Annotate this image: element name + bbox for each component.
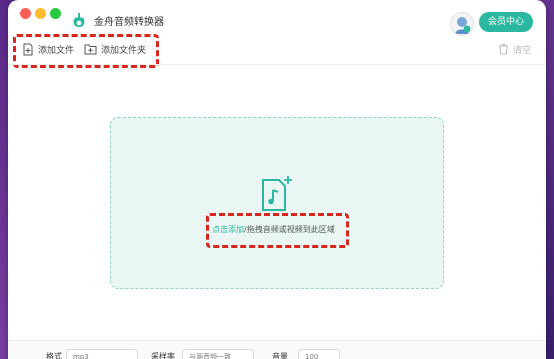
music-file-icon [262, 176, 292, 211]
toolbar-divider [8, 64, 546, 65]
volume-field[interactable]: 100 [298, 349, 340, 359]
sample-rate-select[interactable]: 与源音频一致 [182, 349, 254, 359]
vip-center-button[interactable]: 会员中心 [479, 12, 533, 32]
avatar[interactable] [450, 12, 474, 36]
highlight-dropzone-annotation [206, 213, 349, 248]
format-select[interactable]: mp3 [66, 349, 138, 359]
volume-label: 音量 [272, 352, 288, 359]
title-bar: 金舟音频转换器 会员中心 [8, 0, 546, 36]
close-window-button[interactable] [20, 8, 31, 19]
app-title: 金舟音频转换器 [94, 17, 164, 28]
avatar-icon [455, 17, 471, 34]
app-logo-icon [73, 13, 85, 27]
format-label: 格式 [46, 352, 62, 359]
trash-icon [499, 44, 508, 55]
app-window: 金舟音频转换器 会员中心 添加文件 添加文件夹 清空 点击添加/拖拽音频或视频到… [8, 0, 546, 359]
maximize-window-button[interactable] [50, 8, 61, 19]
file-drop-zone[interactable]: 点击添加/拖拽音频或视频到此区域 [110, 117, 444, 289]
sample-rate-label: 采样率 [151, 352, 175, 359]
bottom-settings-bar: 格式 mp3 采样率 与源音频一致 音量 100 [8, 341, 546, 359]
clear-label: 清空 [513, 45, 532, 56]
minimize-window-button[interactable] [35, 8, 46, 19]
clear-button[interactable]: 清空 [498, 40, 531, 58]
highlight-toolbar-annotation [13, 34, 159, 68]
